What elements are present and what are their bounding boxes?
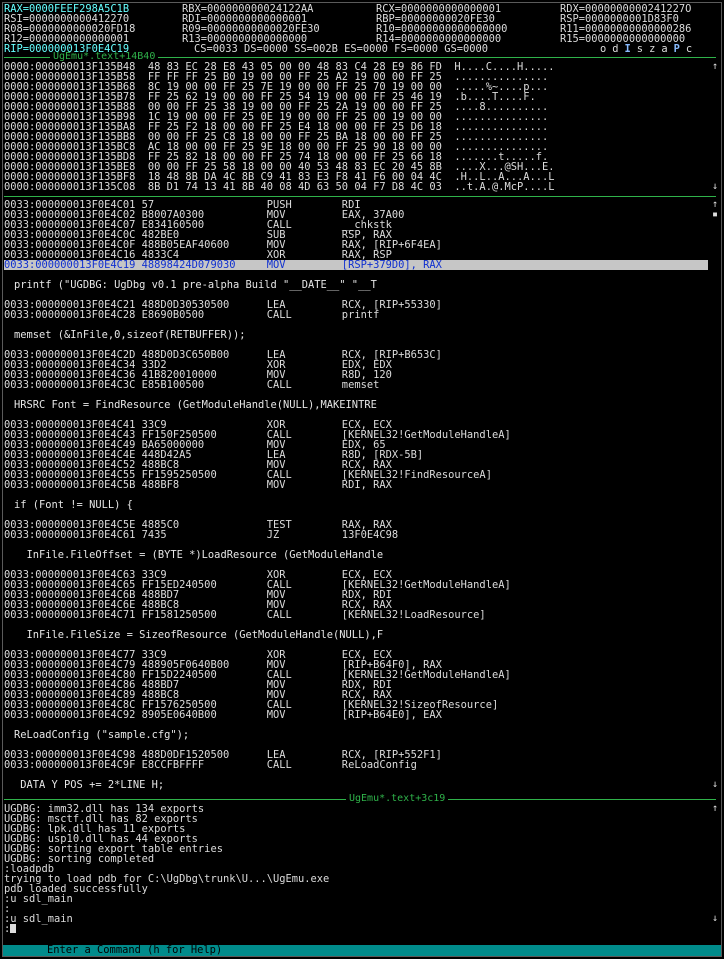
command-hint: Enter a Command (h for Help) [47, 944, 223, 956]
data-dump-row[interactable]: 0000:000000013F135C08 8B D1 74 13 41 8B … [4, 182, 708, 192]
console-line: :u sdl_main [4, 893, 73, 905]
source-line[interactable]: if (Font != NULL) { [4, 500, 708, 510]
flag-bit[interactable]: P [674, 43, 680, 54]
disasm-line[interactable]: 0033:000000013F0E4C61 7435 JZ 13F0E4C98 [4, 530, 708, 540]
flag-bit[interactable]: c [686, 43, 692, 54]
disasm-line[interactable]: 0033:000000013F0E4C92 8905E0640B00 MOV [… [4, 710, 708, 720]
disasm-line[interactable]: 0033:000000013F0E4C71 FF1581250500 CALL … [4, 610, 708, 620]
source-line[interactable]: memset (&InFile,0,sizeof(RETBUFFER)); [4, 330, 708, 340]
segment-registers: CS=0033 DS=0000 SS=002B ES=0000 FS=0000 … [194, 43, 489, 54]
disasm-line[interactable]: 0033:000000013F0E4C9F E8CCFBFFFF CALL Re… [4, 760, 708, 770]
flag-bit[interactable]: o [600, 43, 606, 54]
console-scroll-up-icon[interactable]: ↑ [710, 804, 720, 814]
disasm-line[interactable]: 0033:000000013F0E4C28 E8690B0500 CALL pr… [4, 310, 708, 320]
console-cursor [10, 924, 17, 933]
data-dump-pane[interactable]: 0000:000000013F135B48 48 83 EC 28 E8 43 … [4, 62, 708, 192]
register-pane: RAX=0000FEEF298A5C1B RBX=000000000024122A… [4, 4, 708, 54]
source-line[interactable]: HRSRC Font = FindResource (GetModuleHand… [4, 400, 708, 410]
data-pane-label: UgEmu*.text+14B40 [50, 52, 159, 62]
flags-register[interactable]: odIszaPc [600, 44, 698, 54]
console-line: pdb loaded successfully [4, 883, 148, 895]
flag-bit[interactable]: s [637, 43, 643, 54]
data-scroll-up-icon[interactable]: ↑ [710, 62, 720, 72]
flag-bit[interactable]: a [661, 43, 667, 54]
console-line: UGDBG: sorting completed [4, 853, 155, 865]
source-line[interactable]: printf ("UGDBG: UgDbg v0.1 pre-alpha Bui… [4, 280, 708, 290]
command-bar[interactable]: Enter a Command (h for Help) [3, 945, 721, 956]
console-line: : [4, 903, 11, 915]
console-line: : [4, 924, 708, 934]
code-scroll-thumb[interactable]: ▪ [710, 210, 720, 220]
data-scroll-down-icon[interactable]: ↓ [710, 182, 720, 192]
flag-bit[interactable]: d [612, 43, 618, 54]
console-scroll-down-icon[interactable]: ↓ [710, 914, 720, 924]
source-line[interactable]: DATA_Y_POS += 2*LINE_H; [4, 780, 708, 790]
disasm-line[interactable]: 0033:000000013F0E4C5B 488BF8 MOV RDI, RA… [4, 480, 708, 490]
code-pane[interactable]: 0033:000000013F0E4C01 57 PUSH RDI 0033:00… [4, 200, 708, 790]
source-line[interactable]: InFile.FileSize = SizeofResource (GetMod… [4, 630, 708, 640]
current-instruction-line[interactable]: 0033:000000013F0E4C19 48898424D079030 MO… [4, 260, 708, 270]
code-location-label: UgEmu*.text+3c19 [346, 794, 449, 804]
source-line[interactable]: ReLoadConfig ("sample.cfg"); [4, 730, 708, 740]
flag-bit[interactable]: I [625, 43, 631, 54]
flag-bit[interactable]: z [649, 43, 655, 54]
code-pane-separator [4, 196, 716, 197]
source-line[interactable]: InFile.FileOffset = (BYTE *)LoadResource… [4, 550, 708, 560]
code-scroll-down-icon[interactable]: ↓ [710, 780, 720, 790]
disasm-line[interactable]: 0033:000000013F0E4C3C E85B100500 CALL me… [4, 380, 708, 390]
console-output: UGDBG: imm32.dll has 134 exports UGDBG: m… [4, 804, 708, 940]
console-line: :u sdl_main [4, 913, 73, 925]
